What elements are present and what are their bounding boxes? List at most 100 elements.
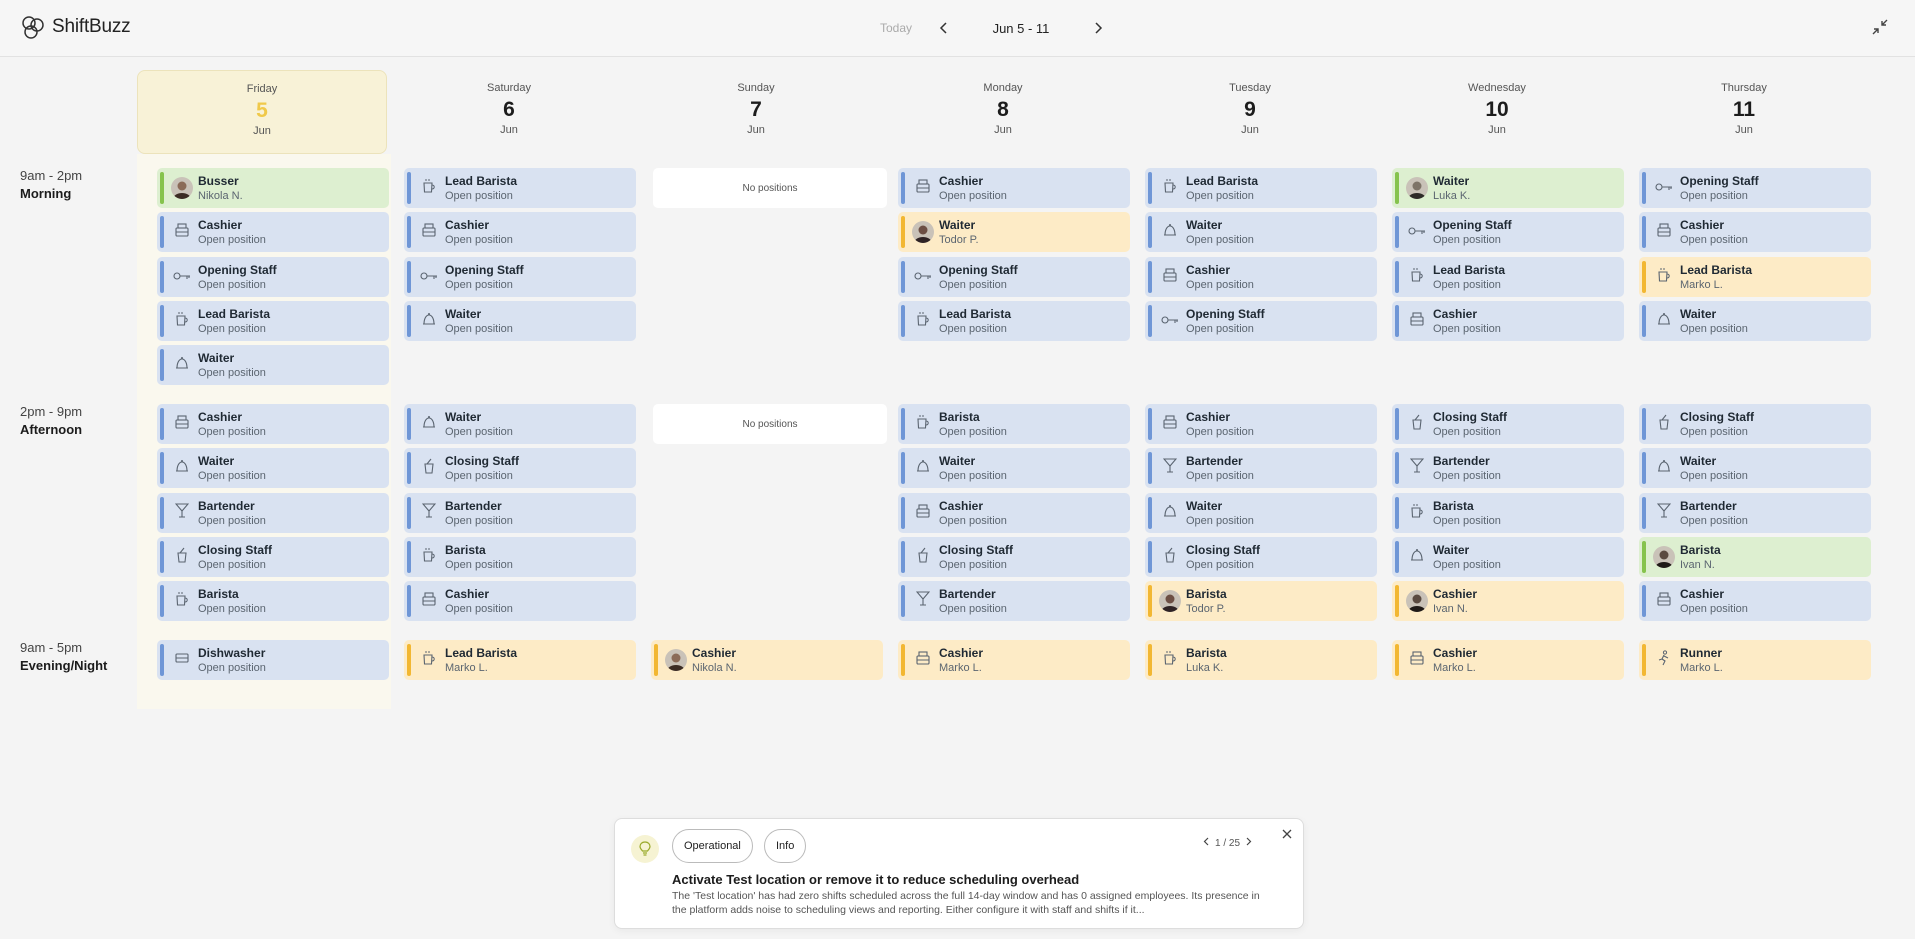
shift-card-lead-barista[interactable]: Lead Barista Open position bbox=[157, 301, 389, 341]
close-insight-button[interactable] bbox=[1282, 828, 1292, 842]
shift-card-barista[interactable]: Barista Open position bbox=[898, 404, 1130, 444]
shift-card-cashier[interactable]: Cashier Open position bbox=[1145, 404, 1377, 444]
shift-card-opening-staff[interactable]: Opening Staff Open position bbox=[1639, 168, 1871, 208]
shift-card-cashier[interactable]: Cashier Open position bbox=[1639, 581, 1871, 621]
shift-card-cashier[interactable]: Cashier Open position bbox=[1639, 212, 1871, 252]
shift-card-waiter[interactable]: Waiter Open position bbox=[1639, 301, 1871, 341]
day-header-saturday[interactable]: Saturday 6 Jun bbox=[384, 70, 634, 154]
tag-operational[interactable]: Operational bbox=[672, 829, 753, 863]
coffee-cup-icon bbox=[1410, 267, 1424, 288]
status-bar bbox=[160, 497, 164, 529]
shift-card-barista[interactable]: Barista Open position bbox=[404, 537, 636, 577]
shift-card-waiter[interactable]: Waiter Open position bbox=[1392, 537, 1624, 577]
shift-card-waiter[interactable]: Waiter Open position bbox=[404, 301, 636, 341]
day-header-thursday[interactable]: Thursday 11 Jun bbox=[1619, 70, 1869, 154]
shift-card-lead-barista[interactable]: Lead Barista Open position bbox=[1392, 257, 1624, 297]
day-header-wednesday[interactable]: Wednesday 10 Jun bbox=[1372, 70, 1622, 154]
shift-card-opening-staff[interactable]: Opening Staff Open position bbox=[404, 257, 636, 297]
shift-card-cashier[interactable]: Cashier Open position bbox=[898, 493, 1130, 533]
shift-card-opening-staff[interactable]: Opening Staff Open position bbox=[1392, 212, 1624, 252]
shift-text: Bartender Open position bbox=[198, 499, 266, 528]
shift-card-bartender[interactable]: Bartender Open position bbox=[157, 493, 389, 533]
shift-card-bartender[interactable]: Bartender Open position bbox=[1392, 448, 1624, 488]
register-icon bbox=[174, 222, 190, 242]
tag-info[interactable]: Info bbox=[764, 829, 807, 863]
next-week-button[interactable] bbox=[1086, 18, 1110, 38]
shift-card-bartender[interactable]: Bartender Open position bbox=[1639, 493, 1871, 533]
shift-card-closing-staff[interactable]: Closing Staff Open position bbox=[1392, 404, 1624, 444]
shift-card-opening-staff[interactable]: Opening Staff Open position bbox=[898, 257, 1130, 297]
shift-card-waiter[interactable]: Waiter Open position bbox=[404, 404, 636, 444]
day-header-sunday[interactable]: Sunday 7 Jun bbox=[631, 70, 881, 154]
shift-card-closing-staff[interactable]: Closing Staff Open position bbox=[1145, 537, 1377, 577]
shift-card-closing-staff[interactable]: Closing Staff Open position bbox=[404, 448, 636, 488]
shift-card-cashier[interactable]: Cashier Open position bbox=[1145, 257, 1377, 297]
previous-insight-button[interactable] bbox=[1203, 837, 1209, 849]
next-insight-button[interactable] bbox=[1246, 837, 1252, 849]
today-button[interactable]: Today bbox=[880, 21, 932, 35]
shift-card-barista[interactable]: Barista Luka K. bbox=[1145, 640, 1377, 680]
shift-card-closing-staff[interactable]: Closing Staff Open position bbox=[898, 537, 1130, 577]
shift-card-barista[interactable]: Barista Open position bbox=[1392, 493, 1624, 533]
shift-card-lead-barista[interactable]: Lead Barista Marko L. bbox=[1639, 257, 1871, 297]
previous-week-button[interactable] bbox=[932, 18, 956, 38]
shift-card-dishwasher[interactable]: Dishwasher Open position bbox=[157, 640, 389, 680]
shift-card-opening-staff[interactable]: Opening Staff Open position bbox=[157, 257, 389, 297]
shift-card-barista[interactable]: Barista Ivan N. bbox=[1639, 537, 1871, 577]
day-header-tuesday[interactable]: Tuesday 9 Jun bbox=[1125, 70, 1375, 154]
shift-card-lead-barista[interactable]: Lead Barista Open position bbox=[898, 301, 1130, 341]
shift-card-busser[interactable]: Busser Nikola N. bbox=[157, 168, 389, 208]
shift-assignee: Open position bbox=[445, 233, 513, 246]
shift-card-cashier[interactable]: Cashier Open position bbox=[404, 212, 636, 252]
shift-card-cashier[interactable]: Cashier Open position bbox=[898, 168, 1130, 208]
role-icon-slot bbox=[907, 497, 939, 529]
shift-card-waiter[interactable]: Waiter Open position bbox=[157, 345, 389, 385]
shift-card-bartender[interactable]: Bartender Open position bbox=[898, 581, 1130, 621]
shift-card-lead-barista[interactable]: Lead Barista Open position bbox=[404, 168, 636, 208]
shift-card-waiter[interactable]: Waiter Open position bbox=[157, 448, 389, 488]
status-bar bbox=[1642, 216, 1646, 248]
shift-card-closing-staff[interactable]: Closing Staff Open position bbox=[157, 537, 389, 577]
shift-card-waiter[interactable]: Waiter Open position bbox=[1145, 212, 1377, 252]
shift-card-waiter[interactable]: Waiter Open position bbox=[898, 448, 1130, 488]
shift-card-cashier[interactable]: Cashier Ivan N. bbox=[1392, 581, 1624, 621]
shift-card-bartender[interactable]: Bartender Open position bbox=[1145, 448, 1377, 488]
shift-card-cashier[interactable]: Cashier Marko L. bbox=[1392, 640, 1624, 680]
shift-card-waiter[interactable]: Waiter Luka K. bbox=[1392, 168, 1624, 208]
day-header-monday[interactable]: Monday 8 Jun bbox=[878, 70, 1128, 154]
role-icon-slot bbox=[166, 644, 198, 676]
shift-card-cashier[interactable]: Cashier Open position bbox=[404, 581, 636, 621]
day-header-friday[interactable]: Friday 5 Jun bbox=[137, 70, 387, 154]
status-bar bbox=[407, 644, 411, 676]
shift-card-cashier[interactable]: Cashier Open position bbox=[157, 404, 389, 444]
day-name: Monday bbox=[983, 82, 1023, 94]
shift-assignee: Open position bbox=[939, 278, 1007, 291]
shift-assignee: Open position bbox=[1433, 425, 1501, 438]
shift-card-bartender[interactable]: Bartender Open position bbox=[404, 493, 636, 533]
coffee-cup-icon bbox=[422, 547, 436, 568]
shift-card-closing-staff[interactable]: Closing Staff Open position bbox=[1639, 404, 1871, 444]
shift-role: Cashier bbox=[1433, 645, 1478, 660]
coffee-cup-icon bbox=[422, 178, 436, 199]
app-logo[interactable]: ShiftBuzz bbox=[20, 14, 131, 40]
shift-card-cashier[interactable]: Cashier Nikola N. bbox=[651, 640, 883, 680]
shift-card-cashier[interactable]: Cashier Marko L. bbox=[898, 640, 1130, 680]
shift-card-runner[interactable]: Runner Marko L. bbox=[1639, 640, 1871, 680]
shift-card-waiter[interactable]: Waiter Todor P. bbox=[898, 212, 1130, 252]
period-time: 9am - 5pm bbox=[20, 640, 83, 655]
status-bar bbox=[1642, 644, 1646, 676]
collapse-view-button[interactable] bbox=[1870, 17, 1892, 39]
shift-card-waiter[interactable]: Waiter Open position bbox=[1639, 448, 1871, 488]
shift-card-waiter[interactable]: Waiter Open position bbox=[1145, 493, 1377, 533]
shift-card-lead-barista[interactable]: Lead Barista Marko L. bbox=[404, 640, 636, 680]
shift-card-cashier[interactable]: Cashier Open position bbox=[157, 212, 389, 252]
shift-card-opening-staff[interactable]: Opening Staff Open position bbox=[1145, 301, 1377, 341]
shift-card-lead-barista[interactable]: Lead Barista Open position bbox=[1145, 168, 1377, 208]
shift-assignee: Open position bbox=[198, 558, 266, 571]
coffee-cup-icon bbox=[916, 311, 930, 332]
shift-text: Opening Staff Open position bbox=[445, 263, 524, 292]
shift-card-barista[interactable]: Barista Open position bbox=[157, 581, 389, 621]
shift-role: Cashier bbox=[939, 173, 984, 188]
shift-card-cashier[interactable]: Cashier Open position bbox=[1392, 301, 1624, 341]
shift-card-barista[interactable]: Barista Todor P. bbox=[1145, 581, 1377, 621]
